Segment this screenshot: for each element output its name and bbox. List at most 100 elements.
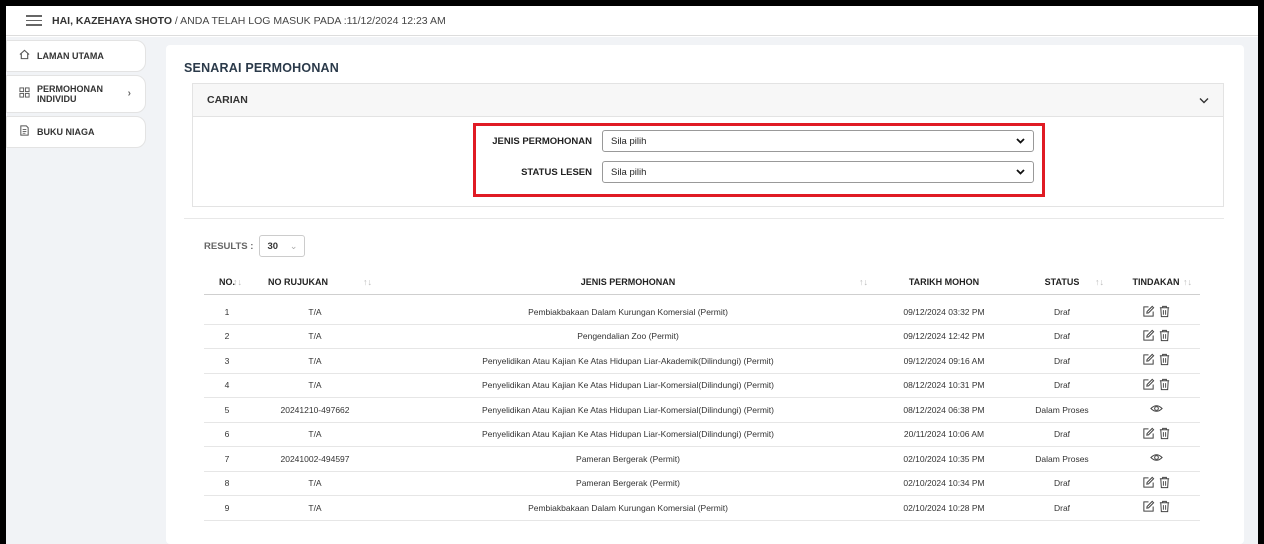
filter-row-jenis-permohonan: JENIS PERMOHONAN Sila pilih: [482, 130, 1034, 152]
cell-status: Draf: [1012, 422, 1112, 447]
sidebar-item-permohonan-individu[interactable]: PERMOHONAN INDIVIDU ›: [6, 75, 146, 113]
cell-jenis-permohonan: Pengendalian Zoo (Permit): [380, 324, 876, 349]
cell-no: 1: [204, 294, 250, 325]
cell-tindakan: [1112, 373, 1200, 398]
page-title: SENARAI PERMOHONAN: [184, 61, 339, 75]
cell-tarikh-mohon: 02/10/2024 10:34 PM: [876, 471, 1012, 496]
column-header-status[interactable]: STATUS ↑↓: [1012, 270, 1112, 295]
action-buttons: [1142, 329, 1171, 342]
cell-status: Draf: [1012, 294, 1112, 325]
search-panel-header[interactable]: CARIAN: [193, 84, 1223, 117]
sort-icon: ↑↓: [1183, 277, 1192, 287]
login-time-text: / ANDA TELAH LOG MASUK PADA :11/12/2024 …: [172, 14, 446, 27]
edit-icon[interactable]: [1142, 329, 1155, 342]
edit-icon[interactable]: [1142, 353, 1155, 366]
table-row: 1 T/A Pembiakbakaan Dalam Kurungan Komersi…: [204, 294, 1200, 325]
sort-icon: ↑↓: [1095, 277, 1104, 287]
cell-no: 2: [204, 324, 250, 349]
results-select[interactable]: 30 ⌄: [259, 235, 306, 257]
edit-icon[interactable]: [1142, 500, 1155, 513]
action-buttons: [1142, 500, 1171, 513]
table-row: 5 20241210-497662 Penyelidikan Atau Kajian…: [204, 397, 1200, 423]
column-header-jenis-permohonan[interactable]: JENIS PERMOHONAN ↑↓: [380, 270, 876, 295]
column-header-no-rujukan[interactable]: NO RUJUKAN ↑↓: [250, 270, 380, 295]
sidebar-item-laman-utama[interactable]: LAMAN UTAMA: [6, 40, 146, 72]
cell-no-rujukan: T/A: [250, 348, 380, 374]
cell-status: Draf: [1012, 373, 1112, 398]
cell-no-rujukan: 20241002-494597: [250, 446, 380, 472]
column-header-tarikh-mohon[interactable]: TARIKH MOHON: [876, 270, 1012, 295]
cell-no: 7: [204, 446, 250, 472]
cell-status: Draf: [1012, 324, 1112, 349]
eye-icon[interactable]: [1149, 402, 1163, 415]
eye-icon[interactable]: [1149, 451, 1163, 464]
chevron-down-icon: [1199, 93, 1209, 107]
cell-no-rujukan: T/A: [250, 373, 380, 398]
cell-jenis-permohonan: Penyelidikan Atau Kajian Ke Atas Hidupan…: [380, 373, 876, 398]
cell-tarikh-mohon: 08/12/2024 06:38 PM: [876, 397, 1012, 423]
edit-icon[interactable]: [1142, 427, 1155, 440]
trash-icon[interactable]: [1158, 329, 1171, 342]
greeting-text: HAI, KAZEHAYA SHOTO: [52, 14, 172, 27]
cell-jenis-permohonan: Pameran Bergerak (Permit): [380, 471, 876, 496]
cell-jenis-permohonan: Penyelidikan Atau Kajian Ke Atas Hidupan…: [380, 397, 876, 423]
results-per-page: RESULTS : 30 ⌄: [204, 235, 306, 257]
trash-icon[interactable]: [1158, 353, 1171, 366]
sidebar-item-label: PERMOHONAN INDIVIDU: [37, 84, 104, 104]
status-lesen-select[interactable]: Sila pilih: [602, 161, 1034, 183]
cell-no: 5: [204, 397, 250, 423]
sort-icon: ↑↓: [233, 277, 242, 287]
grid-icon: [17, 87, 31, 101]
cell-status: Dalam Proses: [1012, 397, 1112, 423]
table-row: 2 T/A Pengendalian Zoo (Permit) 09/12/2024 …: [204, 324, 1200, 349]
table-row: 6 T/A Penyelidikan Atau Kajian Ke Atas Hid…: [204, 422, 1200, 447]
login-info: HAI, KAZEHAYA SHOTO / ANDA TELAH LOG MAS…: [52, 15, 446, 27]
chevron-down-icon: ⌄: [289, 240, 298, 251]
trash-icon[interactable]: [1158, 378, 1171, 391]
filter-row-status-lesen: STATUS LESEN Sila pilih: [482, 161, 1034, 183]
cell-tarikh-mohon: 08/12/2024 10:31 PM: [876, 373, 1012, 398]
edit-icon[interactable]: [1142, 378, 1155, 391]
column-header-tindakan[interactable]: TINDAKAN ↑↓: [1112, 270, 1200, 295]
action-buttons: [1142, 305, 1171, 318]
cell-tindakan: [1112, 471, 1200, 496]
trash-icon[interactable]: [1158, 427, 1171, 440]
edit-icon[interactable]: [1142, 476, 1155, 489]
select-value: Sila pilih: [611, 166, 647, 178]
action-buttons: [1142, 353, 1171, 366]
cell-tarikh-mohon: 02/10/2024 10:35 PM: [876, 446, 1012, 472]
cell-no: 6: [204, 422, 250, 447]
table-row: 7 20241002-494597 Pameran Bergerak (Permit…: [204, 446, 1200, 472]
table-row: 4 T/A Penyelidikan Atau Kajian Ke Atas Hid…: [204, 373, 1200, 398]
cell-tindakan: [1112, 348, 1200, 374]
home-icon: [17, 49, 31, 63]
cell-no: 8: [204, 471, 250, 496]
cell-tarikh-mohon: 20/11/2024 10:06 AM: [876, 422, 1012, 447]
cell-tarikh-mohon: 09/12/2024 12:42 PM: [876, 324, 1012, 349]
table-row: 8 T/A Pameran Bergerak (Permit) 02/10/2024 …: [204, 471, 1200, 496]
action-buttons: [1149, 402, 1163, 415]
chevron-down-icon: [1016, 167, 1025, 178]
main-card: SENARAI PERMOHONAN CARIAN JENIS PERMOHON…: [166, 45, 1244, 544]
column-header-no[interactable]: NO. ↑↓: [204, 270, 250, 295]
action-buttons: [1142, 427, 1171, 440]
sidebar-item-label: LAMAN UTAMA: [37, 51, 104, 61]
jenis-permohonan-select[interactable]: Sila pilih: [602, 130, 1034, 152]
cell-tarikh-mohon: 02/10/2024 10:28 PM: [876, 495, 1012, 521]
trash-icon[interactable]: [1158, 305, 1171, 318]
cell-tindakan: [1112, 294, 1200, 325]
trash-icon[interactable]: [1158, 476, 1171, 489]
trash-icon[interactable]: [1158, 500, 1171, 513]
sort-icon: ↑↓: [859, 277, 868, 287]
action-buttons: [1149, 451, 1163, 464]
cell-status: Draf: [1012, 348, 1112, 374]
cell-jenis-permohonan: Pembiakbakaan Dalam Kurungan Komersial (…: [380, 294, 876, 325]
cell-tindakan: [1112, 495, 1200, 521]
hamburger-menu-icon[interactable]: [26, 15, 42, 26]
sidebar-item-label: BUKU NIAGA: [37, 127, 95, 137]
divider: [184, 218, 1224, 219]
edit-icon[interactable]: [1142, 305, 1155, 318]
sidebar-item-buku-niaga[interactable]: BUKU NIAGA: [6, 116, 146, 148]
cell-jenis-permohonan: Pembiakbakaan Dalam Kurungan Komersial (…: [380, 495, 876, 521]
cell-tarikh-mohon: 09/12/2024 09:16 AM: [876, 348, 1012, 374]
